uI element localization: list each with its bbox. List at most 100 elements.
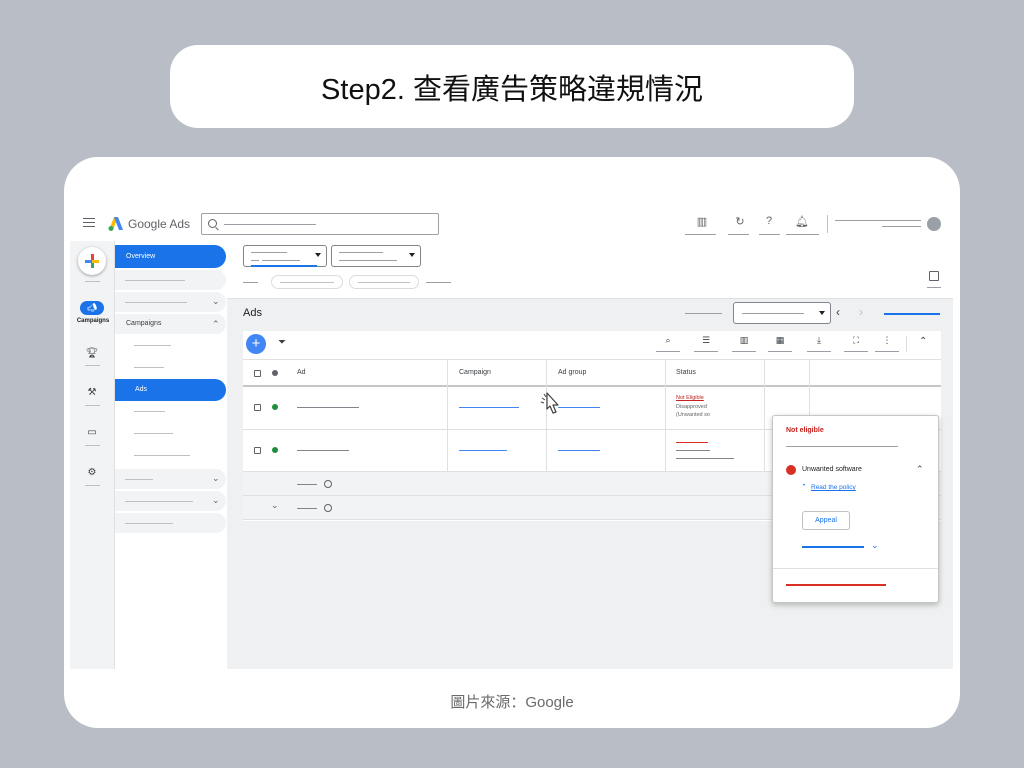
column-header-campaign[interactable]: Campaign — [459, 369, 491, 376]
nav-placeholder — [125, 479, 153, 480]
more-icon[interactable]: ⋮ — [876, 335, 898, 346]
chevron-up-icon[interactable]: ⌃ — [919, 336, 927, 347]
status-reason: (Unwanted so — [676, 412, 710, 418]
nav-placeholder[interactable] — [134, 433, 173, 434]
campaigns-rail-button[interactable]: 📣︎ — [80, 301, 104, 315]
tool-underline — [728, 234, 749, 235]
nav-placeholder — [125, 523, 173, 524]
status-dot-enabled[interactable] — [272, 447, 278, 453]
nav-placeholder[interactable] — [134, 345, 171, 346]
filter-icon[interactable]: ⏷ — [278, 337, 286, 348]
settings-icon[interactable]: ⚙ — [83, 467, 101, 481]
campaign-dropdown[interactable] — [331, 245, 421, 267]
column-header-status[interactable]: Status — [676, 369, 696, 376]
nav-item-ads[interactable]: Ads — [115, 379, 226, 401]
nav-placeholder — [125, 280, 185, 281]
hamburger-icon[interactable] — [83, 218, 95, 227]
google-ads-app: Google Ads ▥ ↻ ? 🔔︎ 📣︎ Campaigns 🏆︎ ⚒ ▭ … — [70, 207, 953, 669]
nav-placeholder[interactable] — [134, 411, 165, 412]
bullet-icon: • — [803, 483, 806, 489]
download-icon[interactable]: ⤓ — [808, 335, 830, 346]
chevron-down-icon: ⌄ — [212, 495, 220, 505]
dropdown-line — [262, 260, 300, 261]
nav-placeholder[interactable] — [134, 367, 164, 368]
column-header-ad[interactable]: Ad — [297, 369, 306, 376]
appeal-button[interactable]: Appeal — [802, 511, 850, 530]
status-disapproved: Disapproved — [676, 404, 707, 410]
summary-line — [297, 484, 317, 485]
date-range-dropdown[interactable] — [733, 302, 831, 324]
nav-item[interactable]: ⌄ — [115, 491, 226, 511]
mouse-pointer-icon — [540, 392, 559, 414]
building-icon[interactable]: ▥ — [694, 215, 710, 229]
dropdown-line — [339, 260, 397, 261]
read-policy-link[interactable]: Read the policy — [811, 484, 856, 491]
nav-placeholder[interactable] — [134, 455, 190, 456]
step-title: Step2. 查看廣告策略違規情況 — [170, 45, 854, 128]
dropdown-arrow-icon — [315, 253, 321, 257]
status-not-eligible[interactable]: Not Eligible — [676, 395, 704, 401]
row-checkbox[interactable] — [254, 404, 261, 411]
chevron-left-icon[interactable]: ‹ — [836, 305, 840, 319]
error-dot-icon — [786, 465, 796, 475]
popup-underline — [786, 446, 898, 447]
home-icon — [251, 260, 259, 261]
account-dropdown[interactable] — [243, 245, 327, 267]
filter-line — [426, 282, 451, 283]
segment-icon[interactable]: ☰ — [695, 335, 717, 346]
popup-blue-line[interactable] — [802, 546, 864, 548]
help-icon[interactable]: ? — [761, 215, 777, 229]
chevron-up-icon[interactable]: ⌃ — [916, 464, 924, 475]
divider — [827, 215, 828, 233]
campaign-link[interactable] — [459, 450, 507, 451]
nav-item[interactable]: ⌄ — [115, 469, 226, 489]
status-line[interactable] — [676, 442, 708, 443]
select-all-checkbox[interactable] — [254, 370, 261, 377]
search-input[interactable] — [201, 213, 439, 235]
filter-line — [243, 282, 258, 283]
billing-icon[interactable]: ▭ — [83, 427, 101, 441]
chevron-right-icon[interactable]: › — [859, 305, 863, 319]
create-button[interactable] — [78, 247, 106, 275]
popup-title: Not eligible — [786, 427, 824, 434]
nav-item[interactable]: ⌄ — [115, 292, 226, 312]
row-checkbox[interactable] — [254, 447, 261, 454]
status-dot-enabled[interactable] — [272, 404, 278, 410]
clock-icon — [324, 480, 332, 488]
add-ad-button[interactable]: + — [246, 334, 266, 354]
chevron-down-icon[interactable]: ⌄ — [271, 500, 279, 511]
columns-icon[interactable]: ▥ — [733, 335, 755, 346]
filter-chip[interactable] — [271, 275, 343, 289]
status-line — [676, 450, 710, 451]
appeal-button-label: Appeal — [815, 517, 837, 524]
expand-icon[interactable]: ⛶ — [845, 335, 867, 346]
tool-underline — [786, 234, 819, 235]
ad-group-link[interactable] — [558, 450, 600, 451]
filter-bar — [227, 241, 953, 299]
save-icon[interactable] — [929, 271, 939, 281]
avatar[interactable] — [927, 217, 941, 231]
policy-details-popup: Not eligible Unwanted software ⌃ • Read … — [772, 415, 939, 603]
account-line — [835, 220, 921, 221]
filter-chip[interactable] — [349, 275, 419, 289]
chevron-down-icon[interactable]: ⌄ — [871, 540, 879, 551]
nav-item-campaigns-label: Campaigns — [126, 320, 162, 327]
date-label-line — [685, 313, 722, 314]
ad-group-link[interactable] — [558, 407, 600, 408]
ad-name[interactable] — [297, 450, 349, 451]
campaign-link[interactable] — [459, 407, 519, 408]
tools-icon[interactable]: ⚒ — [83, 387, 101, 401]
refresh-icon[interactable]: ↻ — [732, 215, 748, 229]
nav-item[interactable] — [115, 513, 226, 533]
reports-icon[interactable]: ▦ — [769, 335, 791, 346]
campaigns-rail-label: Campaigns — [76, 318, 110, 324]
trophy-icon[interactable]: 🏆︎ — [83, 348, 101, 362]
chevron-up-icon: ⌃ — [212, 319, 220, 329]
rail-underline — [85, 365, 100, 366]
nav-item-overview[interactable]: Overview — [115, 245, 226, 268]
bell-icon[interactable]: 🔔︎ — [794, 215, 810, 229]
column-header-ad-group[interactable]: Ad group — [558, 369, 586, 376]
ad-name[interactable] — [297, 407, 359, 408]
nav-item[interactable] — [115, 270, 226, 290]
search-icon[interactable]: ⌕ — [657, 335, 679, 346]
